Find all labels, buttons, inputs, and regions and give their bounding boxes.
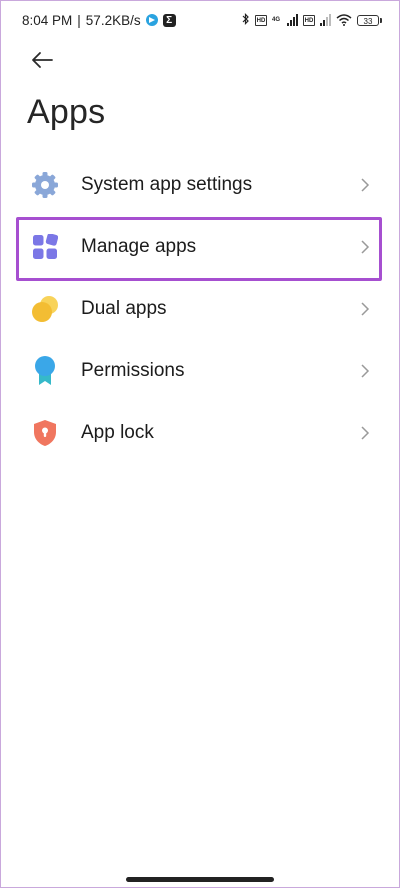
home-indicator[interactable] (126, 877, 274, 882)
status-bar: 8:04 PM | 57.2KB/s Σ HD 4G HD 33 (0, 0, 400, 40)
volte-icon: HD (255, 14, 267, 26)
menu-item-label: System app settings (81, 174, 253, 195)
menu-item-label: Dual apps (81, 298, 167, 319)
dual-circles-icon (30, 294, 60, 324)
menu-item-dual-apps[interactable]: Dual apps (0, 278, 400, 340)
menu-item-label: Manage apps (81, 236, 197, 257)
menu-item-label: App lock (81, 422, 154, 443)
menu-item-label: Permissions (81, 360, 185, 381)
page-title: Apps (27, 93, 106, 131)
sim2-signal-icon (320, 14, 331, 26)
sigma-app-icon: Σ (162, 13, 176, 27)
wifi-icon (336, 14, 352, 26)
chevron-right-icon (361, 426, 370, 440)
shield-lock-icon (30, 418, 60, 448)
apps-menu-list: System app settings Manage apps Dual app… (0, 154, 400, 464)
chevron-right-icon (361, 240, 370, 254)
battery-level: 33 (357, 14, 379, 26)
back-button[interactable] (28, 46, 56, 74)
battery-icon: 33 (357, 14, 382, 26)
grid-icon (30, 232, 60, 262)
menu-item-app-lock[interactable]: App lock (0, 402, 400, 464)
sim1-network-type: 4G (272, 17, 281, 23)
chevron-right-icon (361, 302, 370, 316)
arrow-left-icon (32, 52, 53, 68)
volte-icon-2: HD (303, 14, 315, 26)
bluetooth-icon (242, 12, 250, 28)
chevron-right-icon (361, 364, 370, 378)
gear-icon (30, 170, 60, 200)
chevron-right-icon (361, 178, 370, 192)
status-time: 8:04 PM (22, 12, 73, 28)
menu-item-system-app-settings[interactable]: System app settings (0, 154, 400, 216)
badge-icon (30, 356, 60, 386)
menu-item-manage-apps[interactable]: Manage apps (0, 216, 400, 281)
network-speed: 57.2KB/s (85, 12, 141, 28)
sim1-signal-icon (287, 14, 298, 26)
telegram-icon (145, 14, 158, 26)
status-separator: | (77, 12, 81, 28)
menu-item-permissions[interactable]: Permissions (0, 340, 400, 402)
